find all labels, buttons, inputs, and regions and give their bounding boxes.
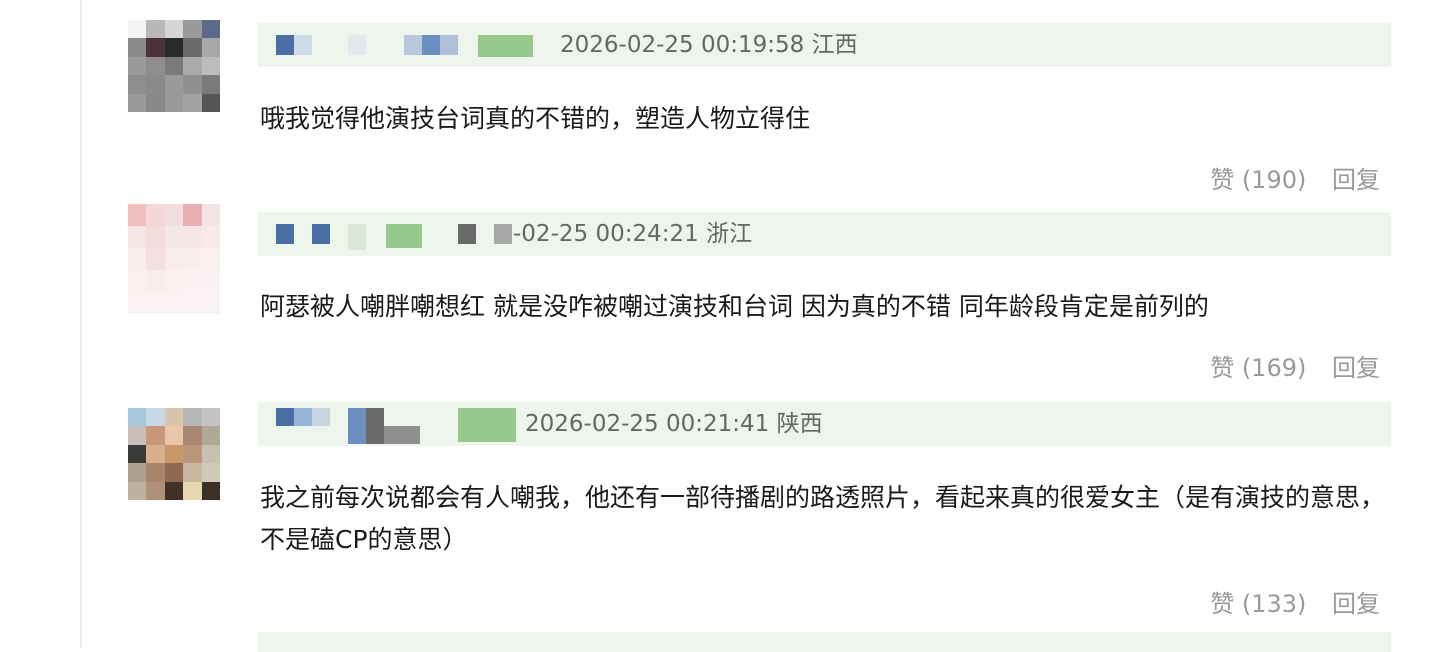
comment-meta: 2026-02-25 00:21:41 陕西 (258, 402, 1391, 446)
comment-meta-next (258, 632, 1391, 652)
avatar[interactable] (128, 204, 220, 314)
comment-time-location: 2026-02-25 00:19:58 江西 (560, 23, 858, 67)
like-button[interactable]: 赞 (169) (1210, 354, 1306, 382)
reply-button[interactable]: 回复 (1332, 590, 1380, 618)
comment-text: 我之前每次说都会有人嘲我，他还有一部待播剧的路透照片，看起来真的很爱女主（是有演… (260, 483, 1386, 554)
avatar[interactable] (128, 408, 220, 500)
comment-meta: -02-25 00:24:21 浙江 (258, 212, 1391, 256)
comment-location: 浙江 (706, 221, 753, 247)
username-blurred[interactable] (276, 408, 516, 444)
reply-button[interactable]: 回复 (1332, 166, 1380, 194)
comment-actions: 赞 (133) 回复 (1192, 584, 1380, 619)
comment-location: 江西 (811, 32, 858, 58)
like-button[interactable]: 赞 (190) (1210, 166, 1306, 194)
thread-line (80, 0, 82, 648)
comment-time: 2026-02-25 00:21:41 (525, 411, 770, 437)
like-button[interactable]: 赞 (133) (1210, 590, 1306, 618)
comment-time-location: 2026-02-25 00:21:41 陕西 (525, 402, 823, 446)
reply-button[interactable]: 回复 (1332, 354, 1380, 382)
comment-actions: 赞 (169) 回复 (1192, 348, 1380, 383)
comment-time-location: -02-25 00:24:21 浙江 (513, 212, 752, 256)
username-blurred[interactable] (276, 224, 516, 250)
avatar[interactable] (128, 20, 220, 112)
comment-time: -02-25 00:24:21 (513, 221, 699, 247)
comment-location: 陕西 (776, 411, 823, 437)
comment-meta: 2026-02-25 00:19:58 江西 (258, 23, 1391, 67)
comment-text: 哦我觉得他演技台词真的不错的，塑造人物立得住 (260, 104, 811, 133)
comment-text: 阿瑟被人嘲胖嘲想红 就是没咋被嘲过演技和台词 因为真的不错 同年龄段肯定是前列的 (260, 292, 1209, 321)
comment-actions: 赞 (190) 回复 (1192, 160, 1380, 195)
username-blurred[interactable] (276, 35, 551, 57)
comment-time: 2026-02-25 00:19:58 (560, 32, 805, 58)
